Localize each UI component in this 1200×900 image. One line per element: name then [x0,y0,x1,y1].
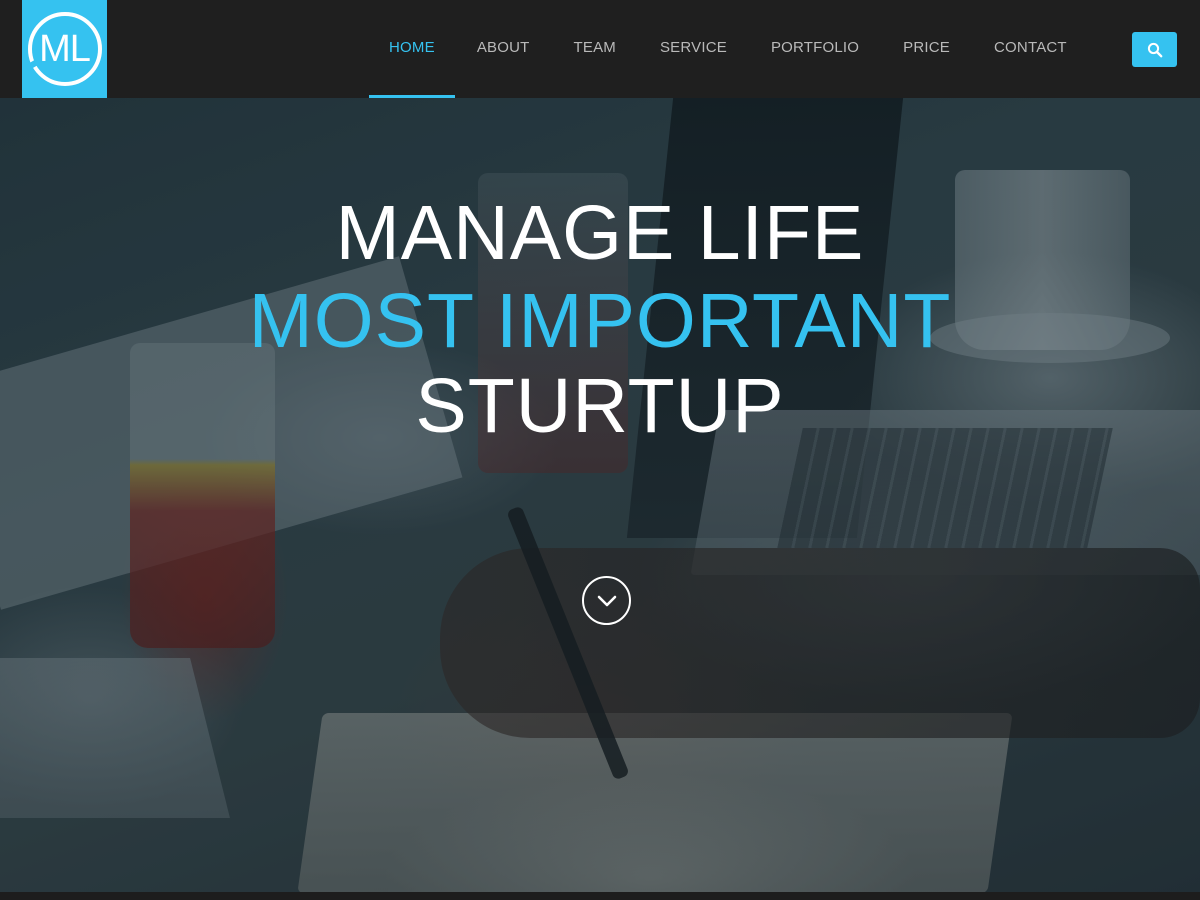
hero-title-line3: STURTUP [415,363,785,449]
hero-section: MANAGE LIFE MOST IMPORTANT STURTUP [0,98,1200,892]
logo-text: ML [39,28,91,70]
nav-item-home[interactable]: HOME [369,0,455,98]
nav-item-price[interactable]: PRICE [881,0,972,98]
main-nav: HOME ABOUT TEAM SERVICE PORTFOLIO PRICE … [369,0,1089,98]
chevron-down-icon [597,595,616,606]
hero-title-line1: MANAGE LIFE [335,190,865,276]
nav-item-contact[interactable]: CONTACT [972,0,1089,98]
search-icon [1147,42,1162,57]
hero-title-line2: MOST IMPORTANT [248,278,952,364]
nav-item-team[interactable]: TEAM [552,0,638,98]
logo[interactable]: ML [22,0,107,98]
nav-item-about[interactable]: ABOUT [455,0,552,98]
logo-ring: ML [27,12,102,86]
nav-item-service[interactable]: SERVICE [638,0,749,98]
search-button[interactable] [1132,32,1177,67]
nav-item-portfolio[interactable]: PORTFOLIO [749,0,881,98]
page-bottom-edge [0,892,1200,900]
site-header: ML HOME ABOUT TEAM SERVICE PORTFOLIO PRI… [0,0,1200,98]
scroll-down-button[interactable] [582,576,631,625]
